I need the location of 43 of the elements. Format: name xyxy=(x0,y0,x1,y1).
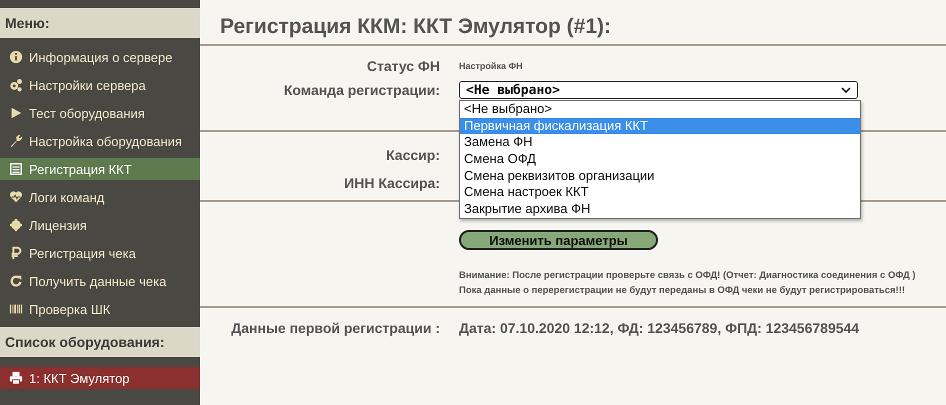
menu-item[interactable]: Логи команд xyxy=(0,186,200,208)
page-title: Регистрация ККМ: ККТ Эмулятор (#1): xyxy=(220,14,612,40)
warning-text: Внимание: После регистрации проверьте связь с ОФД! (Отчет: Диагностика соединения с ОФД ) xyxy=(459,269,917,283)
registration-value: Дата: 07.10.2020 12:12, ФД: 123456789, ФПД: 123456789544 xyxy=(459,320,860,336)
change-parameters-button[interactable]: Изменить параметры xyxy=(459,230,658,250)
printer-icon xyxy=(9,371,23,385)
seal-icon xyxy=(9,218,23,232)
menu-item[interactable]: Лицензия xyxy=(0,214,200,236)
field-label: Статус ФН xyxy=(366,58,441,74)
gears-icon xyxy=(9,78,23,92)
menu-item[interactable]: Настройка оборудования xyxy=(0,130,200,152)
dropdown-option[interactable]: Закрытие архива ФН xyxy=(460,201,860,218)
refresh-icon xyxy=(9,274,23,288)
info-icon xyxy=(9,50,23,64)
menu-item[interactable]: Информация о сервере xyxy=(0,46,200,68)
dropdown-option[interactable]: <Не выбрано> xyxy=(460,101,860,118)
ruble-icon xyxy=(9,246,23,260)
menu-header: Меню: xyxy=(0,8,200,38)
status-value: Настройка ФН xyxy=(459,61,523,71)
command-select[interactable]: <Не выбрано> xyxy=(459,81,858,99)
menu-item[interactable]: Регистрация чека xyxy=(0,242,200,264)
dropdown-option[interactable]: Смена ОФД xyxy=(460,151,860,168)
play-icon xyxy=(9,106,23,120)
field-label: Данные первой регистрации : xyxy=(230,320,441,336)
field-label: Кассир: xyxy=(385,147,441,163)
warning-text: Пока данные о перерегистрации не будут переданы в ОФД чеки не будут регистрироваться!!! xyxy=(459,284,906,298)
field-label: ИНН Кассира: xyxy=(343,175,441,191)
menu-item[interactable]: Настройки сервера xyxy=(0,74,200,96)
menu-item[interactable]: Регистрация ККТ xyxy=(0,158,200,180)
barcode-icon xyxy=(9,302,23,316)
menu-item[interactable]: Проверка ШК xyxy=(0,298,200,320)
dropdown-option[interactable]: Замена ФН xyxy=(460,134,860,152)
dropdown-option[interactable]: Смена настроек ККТ xyxy=(460,184,860,202)
equipment-header: Список оборудования: xyxy=(0,327,200,357)
menu-item[interactable]: Тест оборудования xyxy=(0,102,200,124)
field-label: Команда регистрации: xyxy=(282,82,441,98)
menu-item[interactable]: Получить данные чека xyxy=(0,270,200,292)
wrench-icon xyxy=(9,134,23,148)
equipment-item[interactable]: 1: ККТ Эмулятор xyxy=(0,367,200,389)
caret-icon xyxy=(841,87,851,93)
heart-pulse-icon xyxy=(9,190,23,204)
register-icon xyxy=(9,162,23,176)
dropdown-option[interactable]: Смена реквизитов организации xyxy=(460,168,860,184)
